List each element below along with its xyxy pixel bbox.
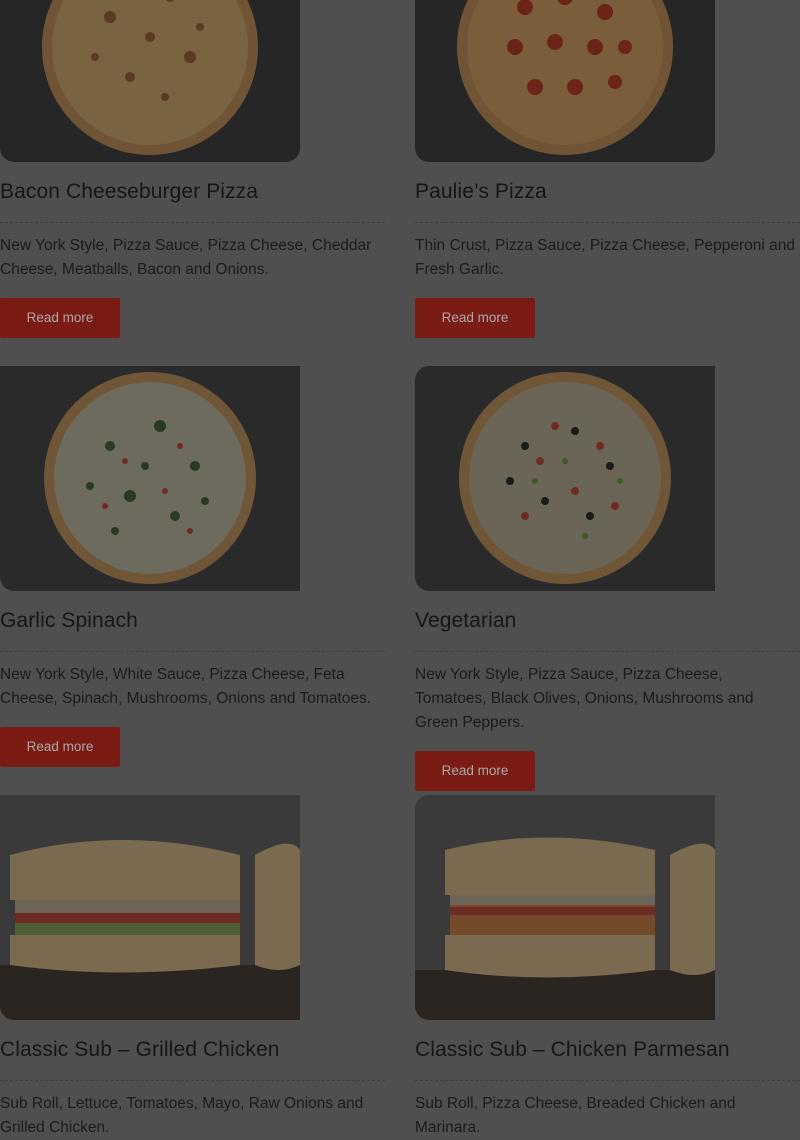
item-title: Vegetarian: [415, 609, 517, 632]
bacon-cheeseburger-pizza-image: [0, 0, 300, 162]
item-title: Paulie’s Pizza: [415, 180, 547, 203]
item-description: Thin Crust, Pizza Sauce, Pizza Cheese, P…: [415, 237, 795, 278]
menu-card-garlic-spinach: Garlic Spinach New York Style, White Sau…: [0, 366, 385, 767]
read-more-button[interactable]: Read more: [0, 727, 120, 767]
menu-card-chicken-parmesan-sub: Classic Sub – Chicken Parmesan Sub Roll,…: [415, 795, 800, 1140]
item-title: Garlic Spinach: [0, 609, 138, 632]
item-title: Classic Sub – Grilled Chicken: [0, 1038, 280, 1061]
read-more-button[interactable]: Read more: [415, 751, 535, 791]
divider: [0, 222, 385, 223]
pizza-photo[interactable]: [0, 366, 300, 591]
menu-card-grilled-chicken-sub: Classic Sub – Grilled Chicken Sub Roll, …: [0, 795, 385, 1140]
pizza-photo[interactable]: [415, 0, 715, 162]
divider: [415, 1080, 800, 1081]
item-description: New York Style, Pizza Sauce, Pizza Chees…: [0, 237, 372, 278]
menu-card-bacon-cheeseburger: Bacon Cheeseburger Pizza New York Style,…: [0, 0, 385, 338]
sub-photo[interactable]: [0, 795, 300, 1020]
divider: [0, 1080, 385, 1081]
menu-card-vegetarian: Vegetarian New York Style, Pizza Sauce, …: [415, 366, 800, 791]
paulies-pizza-image: [415, 0, 715, 162]
item-title: Classic Sub – Chicken Parmesan: [415, 1038, 730, 1061]
pizza-photo[interactable]: [0, 0, 300, 162]
divider: [0, 651, 385, 652]
sub-photo[interactable]: [415, 795, 715, 1020]
divider: [415, 651, 800, 652]
garlic-spinach-pizza-image: [0, 366, 300, 591]
vegetarian-pizza-image: [415, 366, 715, 591]
item-description: Sub Roll, Lettuce, Tomatoes, Mayo, Raw O…: [0, 1095, 364, 1136]
item-title: Bacon Cheeseburger Pizza: [0, 180, 259, 203]
menu-card-paulies-pizza: Paulie’s Pizza Thin Crust, Pizza Sauce, …: [415, 0, 800, 338]
read-more-button[interactable]: Read more: [0, 298, 120, 338]
divider: [415, 222, 800, 223]
item-description: Sub Roll, Pizza Cheese, Breaded Chicken …: [415, 1095, 736, 1136]
grilled-chicken-sub-image: [0, 795, 300, 1020]
chicken-parmesan-sub-image: [415, 795, 715, 1020]
item-description: New York Style, Pizza Sauce, Pizza Chees…: [415, 666, 754, 731]
item-description: New York Style, White Sauce, Pizza Chees…: [0, 666, 372, 707]
pizza-photo[interactable]: [415, 366, 715, 591]
read-more-button[interactable]: Read more: [415, 298, 535, 338]
